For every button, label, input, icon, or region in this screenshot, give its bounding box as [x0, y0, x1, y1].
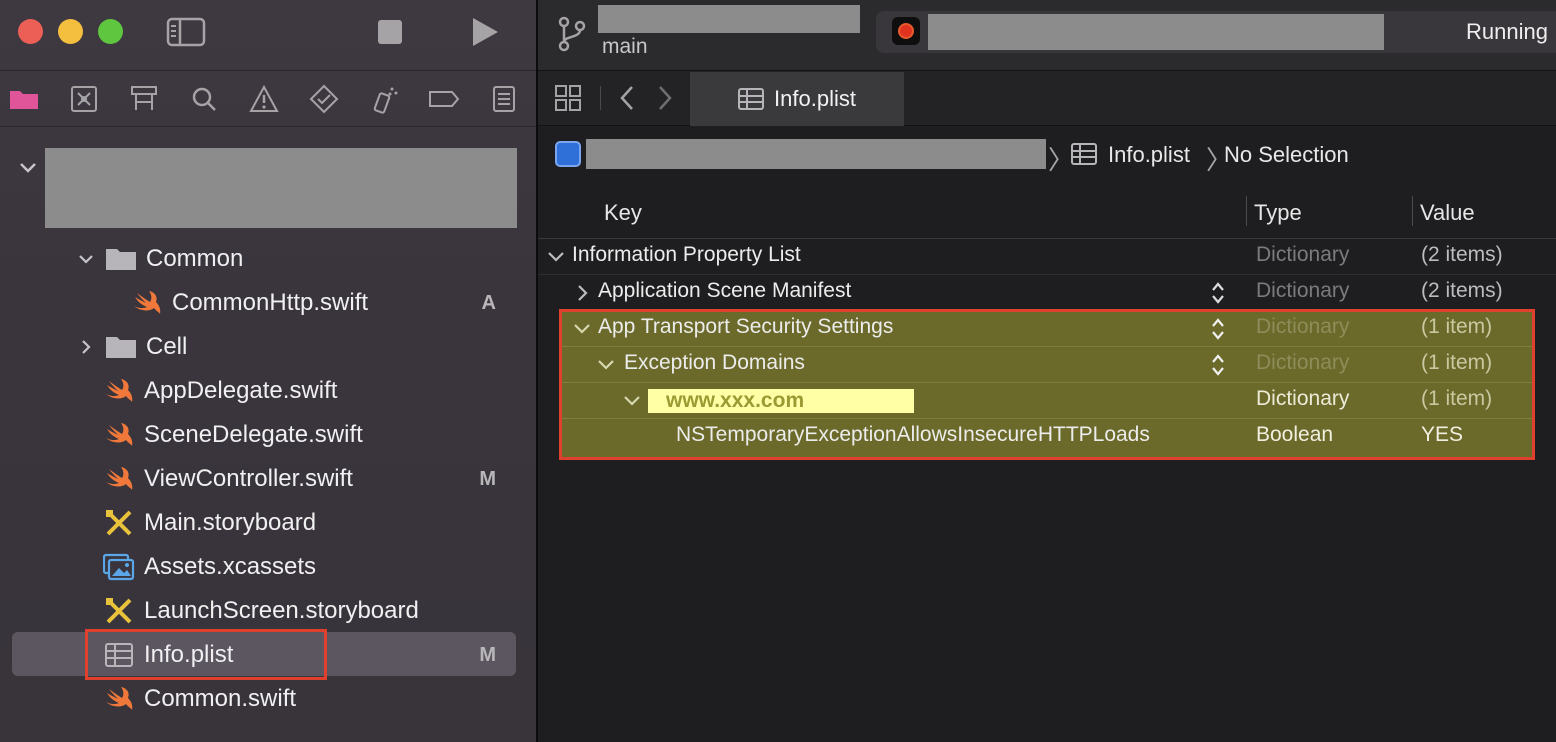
- tree-item-cell[interactable]: Cell: [74, 325, 514, 369]
- sidebar-nav-divider: [0, 126, 536, 127]
- chevron-right-icon[interactable]: [654, 84, 676, 112]
- breadcrumb-file[interactable]: Info.plist: [1108, 142, 1190, 168]
- plist-value: (2 items): [1421, 279, 1503, 302]
- swift-file-icon: [102, 684, 136, 714]
- folder-icon: [104, 244, 138, 274]
- project-name-redacted[interactable]: [45, 148, 517, 228]
- tree-item-label: Cell: [146, 333, 188, 360]
- folder-icon[interactable]: [8, 84, 40, 114]
- assets-icon: [102, 552, 136, 582]
- plist-table-icon: [738, 88, 765, 110]
- storyboard-icon: [102, 508, 136, 538]
- project-scheme-redacted[interactable]: [598, 5, 860, 33]
- tree-item-label: AppDelegate.swift: [144, 377, 338, 404]
- debug-icon[interactable]: [368, 84, 400, 114]
- tree-item-appdelegate[interactable]: AppDelegate.swift: [102, 369, 514, 413]
- tree-item-common[interactable]: Common: [74, 237, 514, 281]
- chevron-right-icon[interactable]: [572, 283, 592, 303]
- tree-item-common-swift[interactable]: Common.swift: [102, 677, 514, 721]
- breadcrumb-selection[interactable]: No Selection: [1224, 142, 1349, 168]
- plist-table-icon: [1071, 143, 1097, 165]
- annotation-highlight-box: [559, 309, 1535, 460]
- tree-item-launchscreen[interactable]: LaunchScreen.storyboard: [102, 589, 514, 633]
- source-control-badge: A: [481, 291, 496, 314]
- jump-bar-project-redacted[interactable]: [586, 139, 1046, 169]
- plist-row[interactable]: Information Property List Dictionary (2 …: [538, 239, 1556, 275]
- storyboard-icon: [102, 596, 136, 626]
- annotation-highlight-box: [85, 629, 327, 680]
- warning-icon[interactable]: [248, 84, 280, 114]
- column-divider[interactable]: [1412, 196, 1413, 226]
- sidebar-toggle-icon[interactable]: [166, 17, 206, 47]
- branch-icon[interactable]: [556, 14, 588, 54]
- plist-type: Dictionary: [1256, 279, 1350, 302]
- column-key-header[interactable]: Key: [604, 200, 642, 226]
- tree-item-main-storyboard[interactable]: Main.storyboard: [102, 501, 514, 545]
- plist-key: Application Scene Manifest: [598, 279, 852, 302]
- report-icon[interactable]: [488, 84, 520, 114]
- search-icon[interactable]: [188, 84, 220, 114]
- source-control-badge: M: [479, 643, 496, 666]
- close-window-button[interactable]: [18, 19, 43, 44]
- tree-item-label: CommonHttp.swift: [172, 289, 369, 316]
- related-items-grid-icon[interactable]: [554, 84, 582, 112]
- chevron-left-icon[interactable]: [616, 84, 638, 112]
- plist-row[interactable]: Application Scene Manifest Dictionary (2…: [538, 275, 1556, 311]
- test-icon[interactable]: [308, 84, 340, 114]
- plist-value: (2 items): [1421, 243, 1503, 266]
- tab-label: Info.plist: [774, 86, 856, 111]
- tab-info-plist[interactable]: Info.plist: [690, 72, 904, 126]
- navigator-selector-bar: [8, 84, 528, 114]
- project-disclosure-chevron-icon[interactable]: [18, 158, 38, 178]
- swift-file-icon: [102, 376, 136, 406]
- column-type-header[interactable]: Type: [1254, 200, 1302, 226]
- tab-separator: [600, 86, 601, 110]
- breakpoint-icon[interactable]: [428, 84, 460, 114]
- branch-name[interactable]: main: [602, 35, 648, 59]
- chevron-down-icon[interactable]: [74, 247, 98, 271]
- tree-item-label: LaunchScreen.storyboard: [144, 597, 419, 624]
- column-value-header[interactable]: Value: [1420, 200, 1475, 226]
- swift-file-icon: [102, 420, 136, 450]
- minimize-window-button[interactable]: [58, 19, 83, 44]
- tree-item-label: Main.storyboard: [144, 509, 317, 536]
- tree-item-commonhttp[interactable]: CommonHttp.swift A: [130, 281, 514, 325]
- chevron-right-icon[interactable]: [74, 335, 98, 359]
- tree-item-label: Assets.xcassets: [144, 553, 317, 580]
- tree-item-label: Common.swift: [144, 685, 297, 712]
- source-control-badge: M: [479, 467, 496, 490]
- tree-item-label: Common: [146, 245, 244, 272]
- source-control-icon[interactable]: [68, 84, 100, 114]
- run-status-text: Running: [1466, 19, 1548, 44]
- project-app-icon[interactable]: [555, 141, 581, 167]
- plist-type: Dictionary: [1256, 243, 1350, 266]
- tree-item-viewcontroller[interactable]: ViewController.swift M: [102, 457, 514, 501]
- tree-item-label: ViewController.swift: [144, 465, 353, 492]
- stepper-icon[interactable]: [1210, 279, 1226, 307]
- tree-item-scenedelegate[interactable]: SceneDelegate.swift: [102, 413, 514, 457]
- window-controls: [18, 19, 123, 44]
- plist-key: Information Property List: [572, 243, 801, 266]
- run-button[interactable]: [470, 16, 500, 48]
- app-icon: [892, 17, 920, 45]
- sidebar-top-divider: [0, 70, 536, 71]
- tree-item-assets[interactable]: Assets.xcassets: [102, 545, 514, 589]
- plist-column-header: Key Type Value: [538, 188, 1556, 238]
- tree-item-label: SceneDelegate.swift: [144, 421, 363, 448]
- column-divider[interactable]: [1246, 196, 1247, 226]
- stop-button[interactable]: [378, 20, 402, 44]
- folder-icon: [104, 332, 138, 362]
- swift-file-icon: [102, 464, 136, 494]
- swift-file-icon: [130, 288, 164, 318]
- chevron-down-icon[interactable]: [546, 247, 566, 267]
- run-destination-redacted[interactable]: [928, 14, 1384, 50]
- zoom-window-button[interactable]: [98, 19, 123, 44]
- symbol-icon[interactable]: [128, 84, 160, 114]
